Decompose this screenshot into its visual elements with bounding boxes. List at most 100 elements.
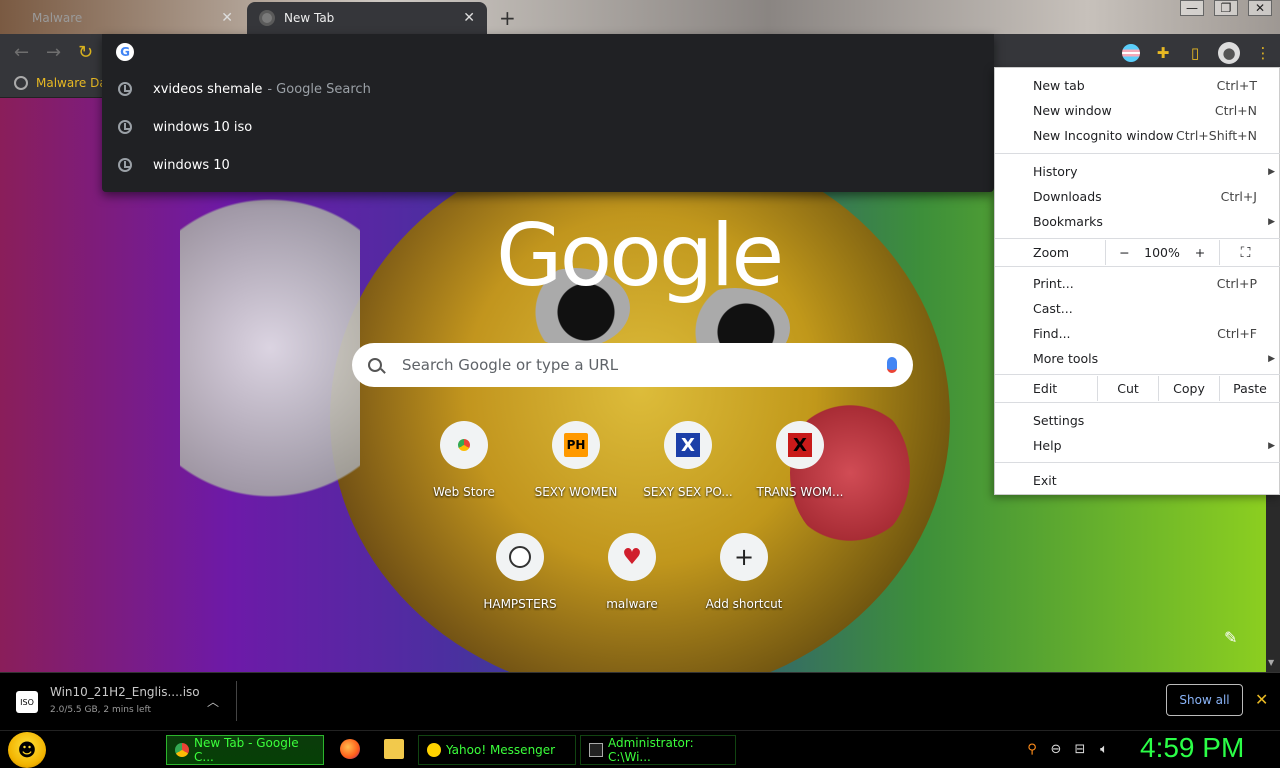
forward-arrow-icon[interactable]: →: [46, 42, 61, 63]
show-all-button[interactable]: Show all: [1166, 684, 1243, 716]
menu-label: New window: [1033, 103, 1112, 118]
chrome-main-menu: New tab Ctrl+T New window Ctrl+N New Incog…: [994, 67, 1280, 495]
download-item[interactable]: ISO Win10_21H2_Englis....iso 2.0/5.5 GB,…: [16, 685, 236, 721]
cut-button[interactable]: Cut: [1097, 376, 1158, 401]
shortcut-malware[interactable]: ♥ malware: [576, 533, 688, 633]
scroll-down-icon[interactable]: ▼: [1268, 658, 1274, 667]
menu-shortcut: Ctrl+P: [1216, 276, 1257, 291]
close-icon[interactable]: ✕: [1255, 690, 1268, 709]
shortcut-web-store[interactable]: Web Store: [408, 421, 520, 521]
flag-extension-icon[interactable]: [1122, 44, 1140, 62]
taskbar-clock[interactable]: 4:59 PM: [1140, 732, 1244, 764]
omnibox-suggestion[interactable]: windows 10 iso: [102, 108, 994, 146]
shortcut-label: HAMPSTERS: [483, 597, 557, 611]
suggestion-text: xvideos shemale: [153, 81, 263, 97]
submenu-arrow-icon: ▶: [1268, 440, 1275, 451]
chrome-icon: [175, 743, 189, 757]
omnibox-dropdown: G xvideos shemale - Google Search window…: [102, 34, 994, 192]
menu-item-history[interactable]: History ▶: [995, 159, 1280, 184]
minus-circle-icon[interactable]: ⊖: [1048, 741, 1064, 757]
bookmark-label: Malware Da: [36, 76, 107, 90]
menu-label: New tab: [1033, 78, 1085, 93]
menu-edit-row: Edit Cut Copy Paste: [995, 376, 1280, 401]
start-smiley-icon[interactable]: ☻: [8, 732, 46, 768]
menu-item-new-incognito[interactable]: New Incognito window Ctrl+Shift+N: [995, 123, 1280, 148]
reload-icon[interactable]: ↻: [78, 42, 93, 63]
menu-item-print[interactable]: Print... Ctrl+P: [995, 271, 1280, 296]
new-tab-plus-icon[interactable]: +: [499, 6, 516, 30]
shortcut-tile: PH: [552, 421, 600, 469]
puzzle-extensions-icon[interactable]: ✚: [1154, 44, 1172, 62]
fullscreen-icon[interactable]: ⛶: [1219, 240, 1271, 265]
menu-label: Downloads: [1033, 189, 1102, 204]
back-arrow-icon[interactable]: ←: [14, 42, 29, 63]
address-bar[interactable]: G: [102, 34, 994, 70]
search-icon: [368, 358, 382, 372]
profile-avatar-icon[interactable]: ●: [1218, 42, 1240, 64]
copy-button[interactable]: Copy: [1158, 376, 1219, 401]
close-window-icon[interactable]: ✕: [1248, 0, 1272, 16]
toolbar-actions: ✚ ▯ ● ⋮: [1122, 42, 1272, 64]
menu-label: Help: [1033, 438, 1062, 453]
tab-title: Malware: [32, 11, 83, 25]
plus-icon: +: [733, 543, 755, 571]
restore-icon[interactable]: ❐: [1214, 0, 1238, 16]
shortcut-hampsters[interactable]: HAMPSTERS: [464, 533, 576, 633]
menu-item-downloads[interactable]: Downloads Ctrl+J: [995, 184, 1280, 209]
search-icon[interactable]: ⚲: [1024, 741, 1040, 757]
menu-shortcut: Ctrl+J: [1220, 189, 1257, 204]
omnibox-suggestion[interactable]: xvideos shemale - Google Search: [102, 70, 994, 108]
menu-item-settings[interactable]: Settings: [995, 408, 1280, 433]
customize-pencil-icon[interactable]: ✎: [1224, 628, 1237, 647]
close-icon[interactable]: ✕: [221, 10, 233, 26]
chevron-up-icon[interactable]: ︿: [207, 693, 219, 710]
firefox-icon[interactable]: [340, 739, 360, 759]
menu-label: Find...: [1033, 326, 1071, 341]
close-icon[interactable]: ✕: [463, 10, 475, 26]
menu-item-new-tab[interactable]: New tab Ctrl+T: [995, 73, 1280, 98]
taskbar-item-chrome[interactable]: New Tab - Google C...: [166, 735, 324, 765]
zoom-out-button[interactable]: −: [1105, 240, 1143, 265]
menu-item-cast[interactable]: Cast...: [995, 296, 1280, 321]
menu-item-find[interactable]: Find... Ctrl+F: [995, 321, 1280, 346]
menu-item-exit[interactable]: Exit: [995, 468, 1280, 493]
shortcut-sexy-sex-po[interactable]: X SEXY SEX PO...: [632, 421, 744, 521]
shortcut-label: malware: [606, 597, 658, 611]
menu-item-help[interactable]: Help ▶: [995, 433, 1280, 458]
minimize-icon[interactable]: —: [1180, 0, 1204, 16]
window-controls: — ❐ ✕: [1180, 0, 1272, 16]
download-shelf: ISO Win10_21H2_Englis....iso 2.0/5.5 GB,…: [0, 672, 1280, 730]
paste-button[interactable]: Paste: [1219, 376, 1280, 401]
menu-item-new-window[interactable]: New window Ctrl+N: [995, 98, 1280, 123]
menu-label: Settings: [1033, 413, 1085, 428]
menu-item-more-tools[interactable]: More tools ▶: [995, 346, 1280, 371]
folder-icon[interactable]: [384, 739, 404, 759]
volume-icon[interactable]: 🔈︎: [1096, 741, 1112, 757]
taskbar: ☻ New Tab - Google C... Yahoo! Messenger…: [0, 730, 1280, 768]
menu-item-bookmarks[interactable]: Bookmarks ▶: [995, 209, 1280, 234]
shortcut-label: Add shortcut: [705, 597, 783, 611]
menu-label: Zoom: [1033, 245, 1070, 260]
menu-shortcut: Ctrl+F: [1217, 326, 1257, 341]
shortcut-trans-wom[interactable]: X TRANS WOM...: [744, 421, 856, 521]
bookmark-item[interactable]: Malware Da: [14, 76, 107, 90]
network-icon[interactable]: ⊟: [1072, 741, 1088, 757]
taskbar-item-yahoo[interactable]: Yahoo! Messenger: [418, 735, 576, 765]
shortcut-sexy-women[interactable]: PH SEXY WOMEN: [520, 421, 632, 521]
omnibox-suggestion[interactable]: windows 10: [102, 146, 994, 184]
taskbar-item-cmd[interactable]: Administrator: C:\Wi...: [580, 735, 736, 765]
menu-label: New Incognito window: [1033, 128, 1174, 143]
menu-shortcut: Ctrl+Shift+N: [1176, 128, 1257, 143]
ntp-search-box[interactable]: Search Google or type a URL: [352, 343, 913, 387]
task-label: New Tab - Google C...: [194, 736, 299, 764]
microphone-icon[interactable]: [887, 357, 897, 373]
menu-label: History: [1033, 164, 1078, 179]
zoom-in-button[interactable]: +: [1181, 240, 1219, 265]
x-red-icon: X: [788, 433, 812, 457]
kebab-menu-icon[interactable]: ⋮: [1254, 44, 1272, 62]
side-panel-icon[interactable]: ▯: [1186, 44, 1204, 62]
tab-new-tab[interactable]: New Tab ✕: [247, 2, 487, 34]
tab-malware[interactable]: Malware ✕: [20, 2, 245, 34]
submenu-arrow-icon: ▶: [1268, 353, 1275, 364]
add-shortcut-button[interactable]: + Add shortcut: [688, 533, 800, 633]
